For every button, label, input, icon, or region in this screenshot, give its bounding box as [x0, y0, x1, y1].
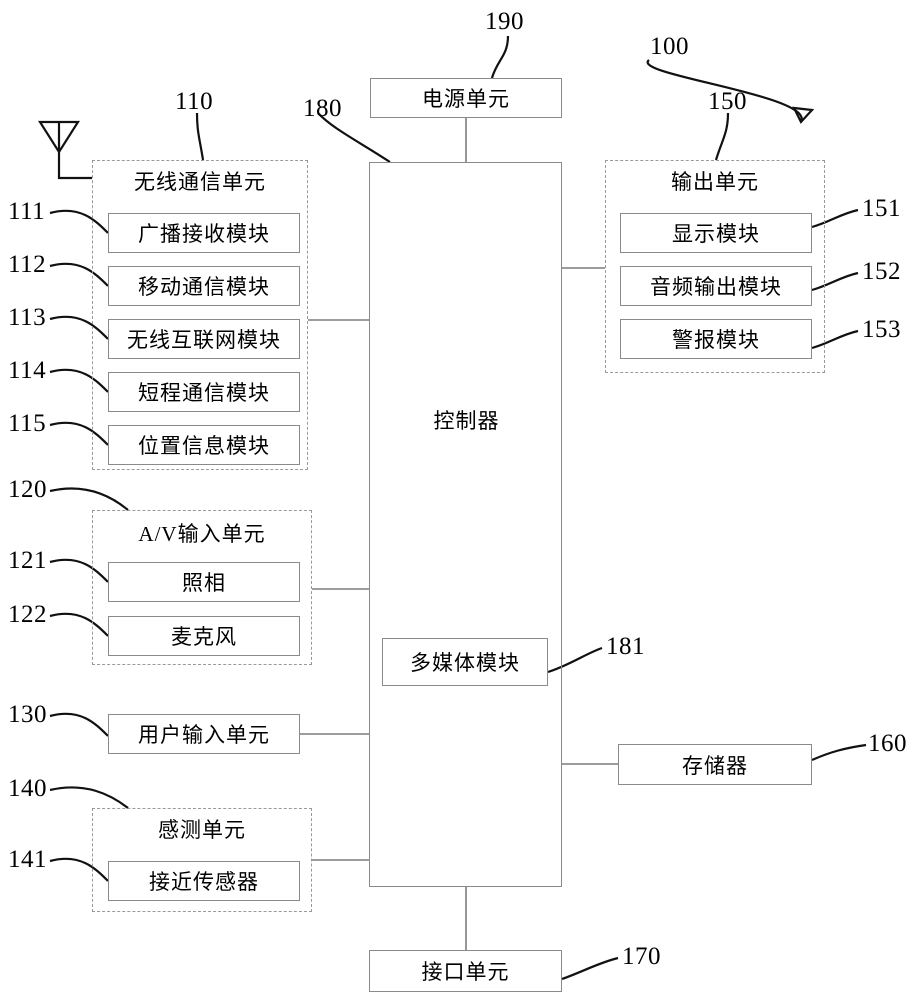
ref-160: 160	[868, 730, 907, 757]
microphone-module-label: 麦克风	[171, 625, 237, 649]
interface-unit-block[interactable]: 接口单元	[369, 950, 562, 992]
ref-110: 110	[175, 88, 214, 115]
controller-label: 控制器	[433, 409, 500, 433]
position-information-module-label: 位置信息模块	[138, 434, 270, 458]
wireless-communication-unit-title: 无线通信单元	[134, 170, 266, 194]
ref-115: 115	[8, 410, 47, 437]
wireless-communication-unit-group	[92, 160, 308, 470]
display-module-block[interactable]: 显示模块	[620, 213, 812, 253]
controller-block[interactable]: 控制器	[369, 162, 562, 887]
ref-140: 140	[8, 775, 47, 802]
sensing-unit-title: 感测单元	[158, 818, 246, 842]
ref-113: 113	[8, 304, 47, 331]
ref-170: 170	[622, 943, 661, 970]
memory-block[interactable]: 存储器	[618, 744, 812, 785]
multimedia-module-label: 多媒体模块	[410, 651, 520, 675]
ref-153: 153	[862, 316, 901, 343]
display-module-label: 显示模块	[672, 222, 760, 246]
broadcast-receiving-module-label: 广播接收模块	[138, 222, 270, 246]
ref-122: 122	[8, 601, 47, 628]
microphone-module-block[interactable]: 麦克风	[108, 616, 300, 656]
multimedia-module-block[interactable]: 多媒体模块	[382, 638, 548, 686]
interface-unit-label: 接口单元	[421, 960, 510, 984]
ref-120: 120	[8, 476, 47, 503]
av-input-unit-title: A/V输入单元	[138, 522, 266, 546]
ref-121: 121	[8, 547, 47, 574]
ref-190: 190	[485, 8, 524, 35]
patent-figure: 190 100 110 180 150 111 112 113 114 115 …	[0, 0, 918, 1000]
ref-130: 130	[8, 701, 47, 728]
broadcast-receiving-module-block[interactable]: 广播接收模块	[108, 213, 300, 253]
ref-180: 180	[303, 95, 342, 122]
audio-output-module-label: 音频输出模块	[650, 275, 782, 299]
memory-label: 存储器	[682, 753, 748, 778]
proximity-sensor-block[interactable]: 接近传感器	[108, 861, 300, 901]
wireless-internet-module-block[interactable]: 无线互联网模块	[108, 319, 300, 359]
camera-module-block[interactable]: 照相	[108, 562, 300, 602]
ref-141: 141	[8, 846, 47, 873]
power-unit-block[interactable]: 电源单元	[370, 78, 562, 118]
wireless-internet-module-label: 无线互联网模块	[127, 328, 281, 352]
user-input-unit-block[interactable]: 用户输入单元	[108, 714, 300, 754]
ref-114: 114	[8, 357, 47, 384]
short-range-communication-module-label: 短程通信模块	[138, 381, 270, 405]
position-information-module-block[interactable]: 位置信息模块	[108, 425, 300, 465]
mobile-communication-module-label: 移动通信模块	[138, 275, 270, 299]
user-input-unit-label: 用户输入单元	[138, 723, 270, 747]
mobile-communication-module-block[interactable]: 移动通信模块	[108, 266, 300, 306]
alarm-module-block[interactable]: 警报模块	[620, 319, 812, 359]
camera-module-label: 照相	[182, 571, 226, 595]
alarm-module-label: 警报模块	[672, 328, 760, 352]
ref-112: 112	[8, 251, 47, 278]
output-unit-title: 输出单元	[671, 170, 759, 194]
ref-150: 150	[708, 88, 747, 115]
short-range-communication-module-block[interactable]: 短程通信模块	[108, 372, 300, 412]
ref-100: 100	[650, 33, 689, 60]
ref-152: 152	[862, 258, 901, 285]
proximity-sensor-label: 接近传感器	[149, 870, 259, 894]
ref-181: 181	[606, 633, 645, 660]
antenna-icon	[38, 120, 80, 155]
audio-output-module-block[interactable]: 音频输出模块	[620, 266, 812, 306]
power-unit-label: 电源单元	[422, 87, 510, 111]
ref-151: 151	[862, 195, 901, 222]
ref-111: 111	[8, 198, 46, 225]
